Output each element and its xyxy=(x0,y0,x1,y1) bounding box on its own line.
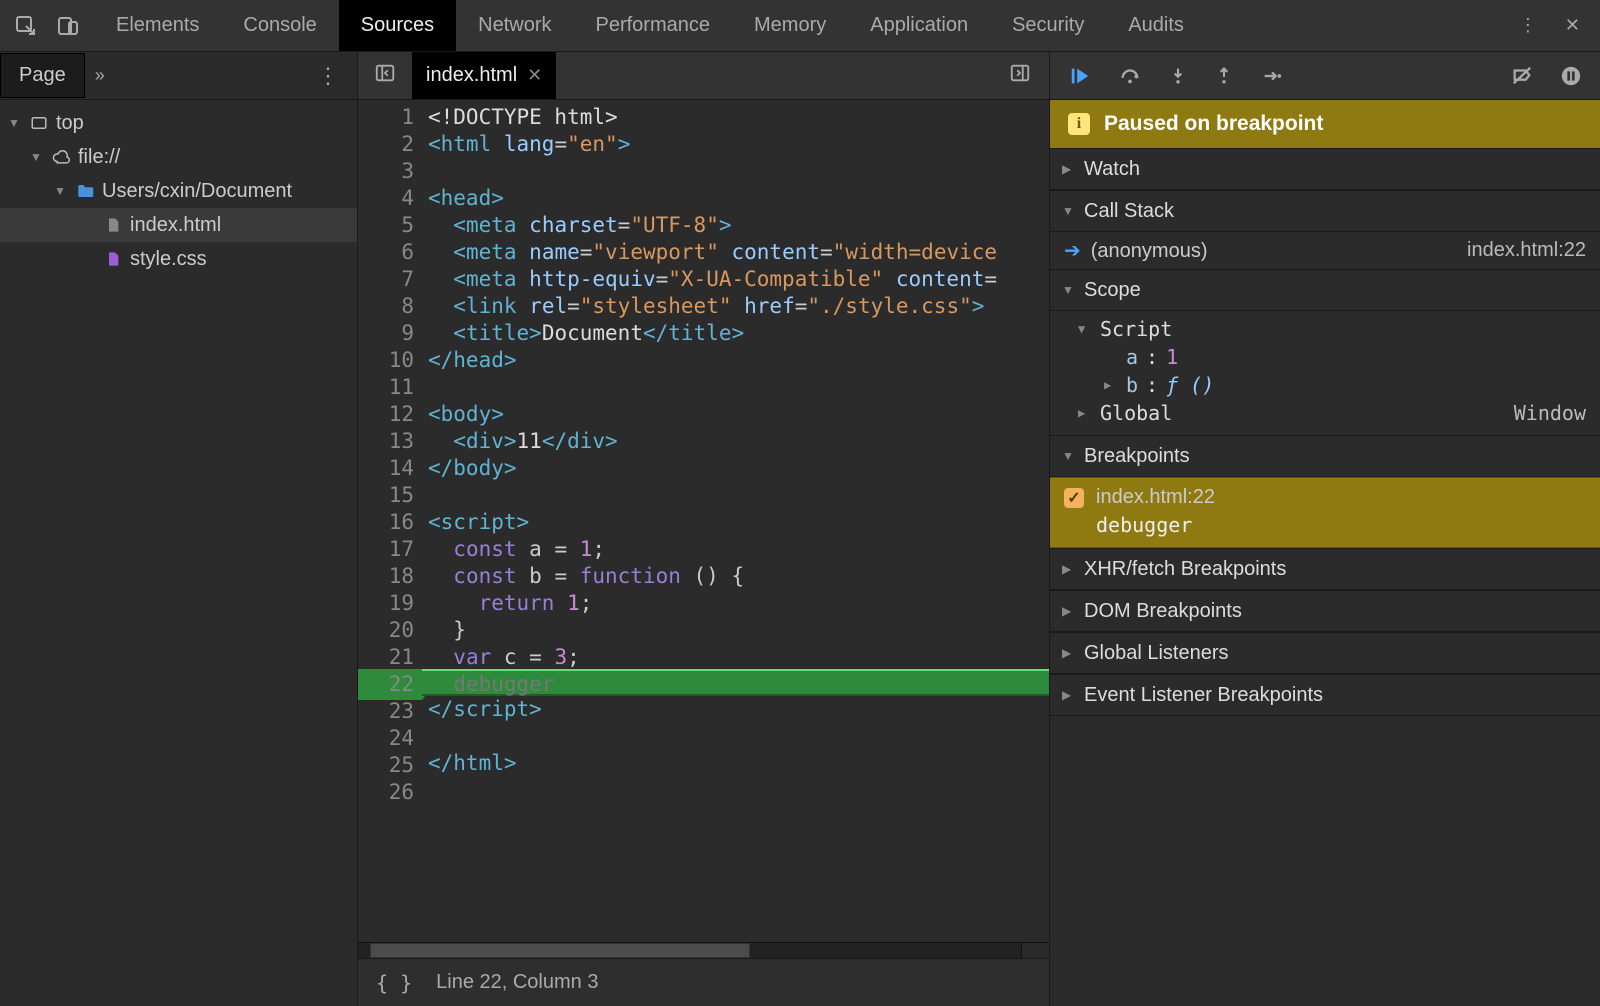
debugger-toolbar xyxy=(1050,52,1600,100)
tab-security[interactable]: Security xyxy=(990,0,1106,51)
cursor-position: Line 22, Column 3 xyxy=(436,971,598,994)
more-options-icon[interactable]: ⋮ xyxy=(1519,15,1537,36)
deactivate-breakpoints-icon[interactable] xyxy=(1510,65,1534,87)
section-global-listeners[interactable]: ▶Global Listeners xyxy=(1050,632,1600,674)
debugger-panel: i Paused on breakpoint ▶Watch ▼Call Stac… xyxy=(1050,52,1600,1006)
navigator-more-icon[interactable]: ⋮ xyxy=(299,63,357,89)
section-dom[interactable]: ▶DOM Breakpoints xyxy=(1050,590,1600,632)
tree-root-top[interactable]: ▼ top xyxy=(0,106,357,140)
cloud-icon xyxy=(50,148,72,166)
editor-tab-label: index.html xyxy=(426,64,517,87)
tab-performance[interactable]: Performance xyxy=(574,0,733,51)
pretty-print-icon[interactable]: { } xyxy=(376,971,412,995)
toggle-debugger-icon[interactable] xyxy=(991,62,1049,89)
section-callstack[interactable]: ▼Call Stack xyxy=(1050,190,1600,232)
scope-var-b[interactable]: ▶ b: ƒ () xyxy=(1050,371,1600,399)
tree-folder[interactable]: ▼ Users/cxin/Document xyxy=(0,174,357,208)
step-icon[interactable] xyxy=(1260,65,1284,87)
inspect-element-icon[interactable] xyxy=(14,14,38,38)
tree-origin[interactable]: ▼ file:// xyxy=(0,140,357,174)
tab-memory[interactable]: Memory xyxy=(732,0,848,51)
tree-origin-label: file:// xyxy=(78,146,120,169)
breakpoint-item[interactable]: ✓ index.html:22 debugger xyxy=(1050,477,1600,548)
section-breakpoints[interactable]: ▼Breakpoints xyxy=(1050,435,1600,477)
breakpoint-label: index.html:22 xyxy=(1096,486,1215,509)
editor-status-bar: { } Line 22, Column 3 xyxy=(358,958,1049,1006)
resume-icon[interactable] xyxy=(1068,65,1092,87)
scope-var-a[interactable]: a: 1 xyxy=(1050,343,1600,371)
tree-file-label: index.html xyxy=(130,214,221,237)
step-over-icon[interactable] xyxy=(1118,65,1142,87)
tree-folder-label: Users/cxin/Document xyxy=(102,180,292,203)
tree-file-index[interactable]: index.html xyxy=(0,208,357,242)
tab-sources[interactable]: Sources xyxy=(339,0,456,51)
section-event-listener[interactable]: ▶Event Listener Breakpoints xyxy=(1050,674,1600,716)
editor-tab-index[interactable]: index.html ✕ xyxy=(412,52,556,99)
tab-console[interactable]: Console xyxy=(221,0,338,51)
sources-navigator: Page » ⋮ ▼ top ▼ file:// ▼ xyxy=(0,52,358,1006)
file-icon xyxy=(102,215,124,235)
navigator-tab-page[interactable]: Page xyxy=(0,53,85,98)
tree-file-style[interactable]: style.css xyxy=(0,242,357,276)
callstack-frame[interactable]: ➔(anonymous) index.html:22 xyxy=(1050,232,1600,269)
close-tab-icon[interactable]: ✕ xyxy=(527,65,542,86)
tab-network[interactable]: Network xyxy=(456,0,573,51)
file-css-icon xyxy=(102,249,124,269)
tree-root-label: top xyxy=(56,112,84,135)
folder-icon xyxy=(74,182,96,200)
editor-panel: index.html ✕ 123456789101112131415161718… xyxy=(358,52,1050,1006)
code-editor[interactable]: 1234567891011121314151617181920212223242… xyxy=(358,100,1049,942)
breakpoint-code: debugger xyxy=(1064,513,1586,537)
device-toolbar-icon[interactable] xyxy=(56,14,80,38)
section-watch[interactable]: ▶Watch xyxy=(1050,148,1600,190)
tab-elements[interactable]: Elements xyxy=(94,0,221,51)
paused-banner-text: Paused on breakpoint xyxy=(1104,112,1323,136)
pause-on-exceptions-icon[interactable] xyxy=(1560,65,1582,87)
tab-application[interactable]: Application xyxy=(848,0,990,51)
file-tree: ▼ top ▼ file:// ▼ Users/cxin/Document xyxy=(0,100,357,1006)
callstack-location: index.html:22 xyxy=(1467,239,1586,262)
section-scope[interactable]: ▼Scope xyxy=(1050,269,1600,311)
tree-file-label: style.css xyxy=(130,248,207,271)
editor-scrollbar-horizontal[interactable] xyxy=(358,942,1049,958)
section-xhr[interactable]: ▶XHR/fetch Breakpoints xyxy=(1050,548,1600,590)
tab-audits[interactable]: Audits xyxy=(1106,0,1206,51)
navigator-overflow-icon[interactable]: » xyxy=(85,65,115,86)
step-into-icon[interactable] xyxy=(1168,65,1188,87)
devtools-top-tabs: ElementsConsoleSourcesNetworkPerformance… xyxy=(0,0,1600,52)
breakpoint-checkbox-icon[interactable]: ✓ xyxy=(1064,488,1084,508)
step-out-icon[interactable] xyxy=(1214,65,1234,87)
scope-script[interactable]: ▼Script xyxy=(1050,315,1600,343)
info-icon: i xyxy=(1068,113,1090,135)
paused-banner: i Paused on breakpoint xyxy=(1050,100,1600,148)
frame-icon xyxy=(28,114,50,132)
scope-global[interactable]: ▶Global Window xyxy=(1050,399,1600,427)
toggle-navigator-icon[interactable] xyxy=(358,62,412,89)
close-devtools-icon[interactable]: ✕ xyxy=(1565,15,1580,36)
